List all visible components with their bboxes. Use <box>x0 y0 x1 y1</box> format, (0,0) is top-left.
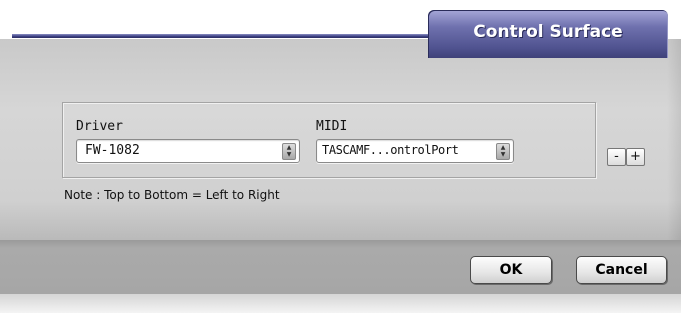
popup-arrows-icon: ▲ ▼ <box>282 143 296 160</box>
driver-label: Driver <box>76 119 123 134</box>
cancel-button[interactable]: Cancel <box>576 256 667 284</box>
ok-button[interactable]: OK <box>470 256 552 284</box>
driver-popup[interactable]: FW-1082 ▲ ▼ <box>76 139 300 163</box>
midi-value: TASCAMF...ontrolPort <box>322 143 459 157</box>
remove-button[interactable]: - <box>607 148 626 166</box>
title-tab: Control Surface <box>428 10 668 58</box>
dialog-title: Control Surface <box>473 22 623 42</box>
midi-label: MIDI <box>316 119 348 134</box>
footer-edge <box>0 294 681 313</box>
add-button[interactable]: + <box>626 148 645 166</box>
midi-popup[interactable]: TASCAMF...ontrolPort ▲ ▼ <box>316 139 514 163</box>
popup-arrows-icon: ▲ ▼ <box>496 143 510 160</box>
control-surface-dialog: Control Surface Driver FW-1082 ▲ ▼ MIDI T… <box>0 0 681 313</box>
note-text: Note : Top to Bottom = Left to Right <box>64 188 280 202</box>
driver-value: FW-1082 <box>85 143 140 158</box>
